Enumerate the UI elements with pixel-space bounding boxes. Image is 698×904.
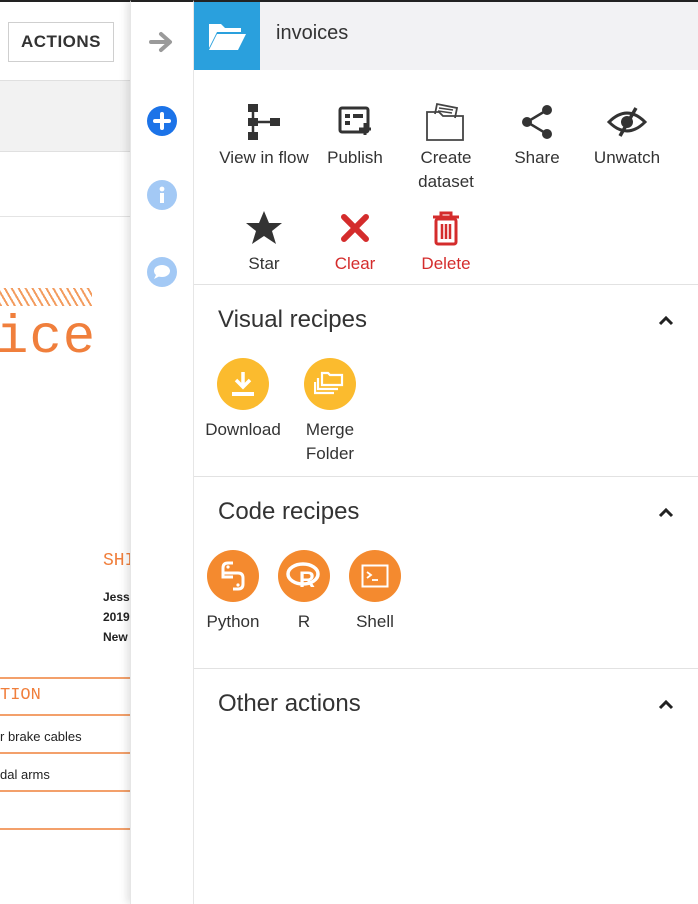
section-divider <box>194 476 698 477</box>
view-in-flow-label: View in flow <box>219 148 309 167</box>
right-icon-rail <box>130 0 194 904</box>
chevron-up-icon[interactable] <box>656 313 676 327</box>
code-recipes-title: Code recipes <box>218 498 360 525</box>
document-preview-background: ACTIONS ice SHI Jess 2019 New TION r bra… <box>0 0 130 904</box>
delete-button[interactable]: Delete <box>401 208 491 276</box>
description-header: TION <box>0 686 41 705</box>
merge-folder-label: Merge Folder <box>305 420 355 463</box>
right-panel: invoices View in flow Publish Create dat… <box>194 0 698 904</box>
delete-label: Delete <box>421 254 471 273</box>
clear-icon <box>310 208 400 248</box>
create-dataset-label: Create dataset <box>418 148 474 191</box>
table-rule <box>0 828 130 830</box>
ship-line-3: New <box>103 630 128 644</box>
plus-circle-icon[interactable] <box>146 105 178 137</box>
create-dataset-icon <box>401 102 491 142</box>
table-rule <box>0 752 130 754</box>
download-recipe-button[interactable]: Download <box>198 358 288 442</box>
chevron-up-icon[interactable] <box>656 697 676 711</box>
panel-title: invoices <box>276 22 349 44</box>
unwatch-label: Unwatch <box>593 148 661 167</box>
share-icon <box>492 102 582 142</box>
publish-icon <box>310 102 400 142</box>
create-dataset-button[interactable]: Create dataset <box>401 102 491 194</box>
merge-folder-recipe-button[interactable]: Merge Folder <box>285 358 375 466</box>
share-button[interactable]: Share <box>492 102 582 170</box>
section-divider <box>194 668 698 669</box>
share-label: Share <box>514 148 560 167</box>
star-icon <box>219 208 309 248</box>
star-button[interactable]: Star <box>219 208 309 276</box>
arrow-right-icon[interactable] <box>146 26 178 58</box>
chevron-up-icon[interactable] <box>656 505 676 519</box>
panel-header: invoices <box>194 2 698 70</box>
star-label: Star <box>248 254 280 273</box>
visual-recipes-title: Visual recipes <box>218 306 367 333</box>
shell-icon <box>349 550 401 602</box>
publish-button[interactable]: Publish <box>310 102 400 170</box>
unwatch-icon <box>582 102 672 142</box>
other-actions-title: Other actions <box>218 690 361 717</box>
flow-icon <box>219 102 309 142</box>
toolbar-band <box>0 80 130 152</box>
publish-label: Publish <box>327 148 383 167</box>
table-rule <box>0 714 130 716</box>
folder-open-icon <box>194 2 260 70</box>
svg-text:R: R <box>299 567 315 591</box>
shell-label: Shell <box>356 612 394 631</box>
download-icon <box>217 358 269 410</box>
table-row: r brake cables <box>0 729 82 744</box>
clear-label: Clear <box>334 254 376 273</box>
table-rule <box>0 790 130 792</box>
view-in-flow-button[interactable]: View in flow <box>219 102 309 170</box>
merge-folder-icon <box>304 358 356 410</box>
ship-line-2: 2019 <box>103 610 130 624</box>
trash-icon <box>401 208 491 248</box>
unwatch-button[interactable]: Unwatch <box>582 102 672 170</box>
ship-to-label: SHI <box>103 551 130 571</box>
table-row: dal arms <box>0 767 50 782</box>
divider <box>0 216 130 217</box>
decorative-hatch <box>0 288 92 306</box>
shell-recipe-button[interactable]: Shell <box>330 550 420 634</box>
python-icon <box>207 550 259 602</box>
ship-line-1: Jess <box>103 590 130 604</box>
section-divider <box>194 284 698 285</box>
r-icon: R <box>278 550 330 602</box>
invoice-title-fragment: ice <box>0 308 97 369</box>
download-label: Download <box>205 420 281 439</box>
info-circle-icon[interactable] <box>146 179 178 211</box>
chat-bubble-icon[interactable] <box>146 256 178 288</box>
clear-button[interactable]: Clear <box>310 208 400 276</box>
table-rule <box>0 677 130 679</box>
actions-button[interactable]: ACTIONS <box>8 22 114 62</box>
